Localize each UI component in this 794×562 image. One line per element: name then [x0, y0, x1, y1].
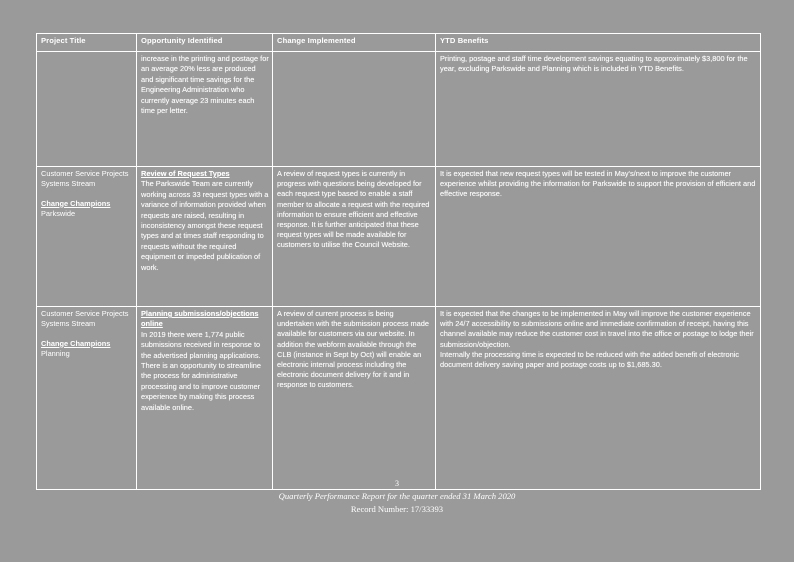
- change-champions-value: Parkswide: [41, 209, 76, 219]
- cell-change-implemented: A review of request types is currently i…: [272, 166, 436, 307]
- opportunity-heading: Review of Request Types: [141, 169, 230, 178]
- cell-project-title: Customer Service Projects Systems Stream…: [36, 166, 137, 307]
- project-stream-text: Systems Stream: [41, 179, 96, 189]
- table-row: Customer Service Projects Systems Stream…: [36, 166, 761, 307]
- document-page: Project Title Opportunity Identified Cha…: [0, 0, 794, 562]
- ytd-body: It is expected that new request types wi…: [440, 169, 756, 199]
- project-title-block: Customer Service Projects Systems Stream…: [41, 169, 133, 220]
- cell-project-title: Customer Service Projects Systems Stream…: [36, 306, 137, 490]
- footer-report-title: Quarterly Performance Report for the qua…: [278, 491, 516, 501]
- page-footer: 3 Quarterly Performance Report for the q…: [0, 478, 794, 515]
- change-champions-label: Change Champions: [41, 338, 111, 348]
- column-header-change-implemented: Change Implemented: [272, 33, 436, 52]
- change-body: A review of request types is currently i…: [277, 169, 430, 250]
- column-header-opportunity-identified: Opportunity Identified: [136, 33, 273, 52]
- opportunity-body: In 2019 there were 1,774 public submissi…: [141, 329, 261, 412]
- table-header-row: Project Title Opportunity Identified Cha…: [36, 33, 761, 52]
- table-header: Project Title Opportunity Identified Cha…: [36, 33, 761, 52]
- opportunity-heading: Planning submissions/objections online: [141, 309, 259, 329]
- cell-opportunity-identified: Planning submissions/objections online I…: [136, 306, 273, 490]
- footer-record-number: Record Number: 17/33393: [350, 503, 444, 514]
- table-row: increase in the printing and postage for…: [36, 51, 761, 167]
- column-header-ytd-benefits: YTD Benefits: [435, 33, 761, 52]
- opportunity-paragraph: Planning submissions/objections online I…: [141, 309, 269, 413]
- cell-ytd-benefits: It is expected that new request types wi…: [435, 166, 761, 307]
- table-body: increase in the printing and postage for…: [36, 51, 761, 490]
- project-title-text: Customer Service Projects: [41, 309, 129, 318]
- opportunity-paragraph: Review of Request Types The Parkswide Te…: [141, 169, 269, 273]
- ytd-body: It is expected that the changes to be im…: [440, 309, 754, 349]
- cell-change-implemented: A review of current process is being und…: [272, 306, 436, 490]
- cell-opportunity-identified: Review of Request Types The Parkswide Te…: [136, 166, 273, 307]
- cell-ytd-benefits: Printing, postage and staff time develop…: [435, 51, 761, 167]
- change-champions-value: Planning: [41, 349, 70, 359]
- cell-change-implemented: [272, 51, 436, 167]
- project-stream-text: Systems Stream: [41, 319, 96, 329]
- project-title-block: Customer Service Projects Systems Stream…: [41, 309, 133, 360]
- project-title-text: Customer Service Projects: [41, 169, 129, 178]
- cell-ytd-benefits: It is expected that the changes to be im…: [435, 306, 761, 490]
- change-champions-label: Change Champions: [41, 198, 111, 208]
- performance-report-table: Project Title Opportunity Identified Cha…: [36, 33, 761, 490]
- change-body: A review of current process is being und…: [277, 309, 429, 390]
- title-spacer: [41, 190, 133, 199]
- opportunity-body: The Parkswide Team are currently working…: [141, 179, 269, 272]
- cell-opportunity-identified: increase in the printing and postage for…: [136, 51, 273, 167]
- table-row: Customer Service Projects Systems Stream…: [36, 306, 761, 490]
- opportunity-body: increase in the printing and postage for…: [141, 54, 269, 116]
- title-spacer: [41, 330, 133, 339]
- page-number: 3: [395, 479, 399, 488]
- cell-project-title: [36, 51, 137, 167]
- column-header-project-title: Project Title: [36, 33, 137, 52]
- ytd-body: Printing, postage and staff time develop…: [440, 54, 748, 74]
- ytd-body-secondary: Internally the processing time is expect…: [440, 349, 740, 370]
